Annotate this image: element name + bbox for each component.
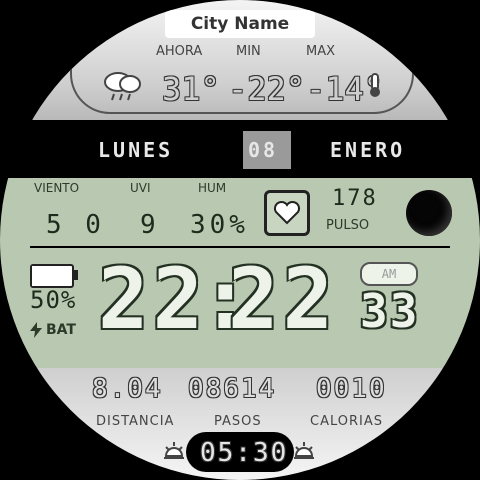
thermometer-icon [366,72,384,102]
time-minutes[interactable]: 22 [228,250,337,348]
label-uvi: UVI [130,181,151,195]
day-number: 08 [248,138,279,162]
time-colon: : [200,250,251,348]
distance-value[interactable]: 8.04 [92,374,163,404]
temp-min: -22° [228,70,306,108]
calories-value[interactable]: 0010 [316,374,387,404]
moon-phase-icon[interactable] [406,190,452,236]
wind-value: 5 0 [46,210,105,240]
label-min: MIN [236,44,261,59]
time-hours[interactable]: 22 [98,250,207,348]
sunset-icon [292,440,316,466]
heart-button[interactable] [264,190,310,236]
time-seconds: 33 [360,284,420,338]
label-now: AHORA [156,44,203,59]
label-wind: VIENTO [34,181,80,195]
heart-icon [273,200,301,225]
day-name: LUNES [98,138,174,162]
sunrise-icon [162,440,186,466]
battery-tip [74,270,78,280]
calories-label: CALORIAS [310,414,383,429]
steps-value[interactable]: 08614 [188,374,276,404]
temp-now: 31° [162,70,220,108]
label-hum: HUM [198,181,227,195]
battery-label: BAT [46,322,76,338]
month-name: ENERO [330,138,406,162]
bolt-icon [30,322,42,342]
watch-face: City Name AHORA MIN MAX 31° -22° -14° LU… [0,0,480,480]
battery-percent: 50% [30,286,77,314]
pulse-value: 178 [332,186,378,211]
distance-label: DISTANCIA [96,414,175,429]
uvi-value: 9 [140,210,160,240]
label-max: MAX [306,44,336,59]
pulse-label: PULSO [326,218,370,233]
ampm-badge: AM [360,262,418,286]
city-name[interactable]: City Name [165,10,315,38]
sun-time-value: 05:30 [200,438,289,468]
cloud-rain-icon[interactable] [100,66,144,106]
battery-icon[interactable] [30,264,74,288]
date-row [0,128,480,172]
steps-label: PASOS [214,414,262,429]
hum-value: 30% [190,210,249,240]
